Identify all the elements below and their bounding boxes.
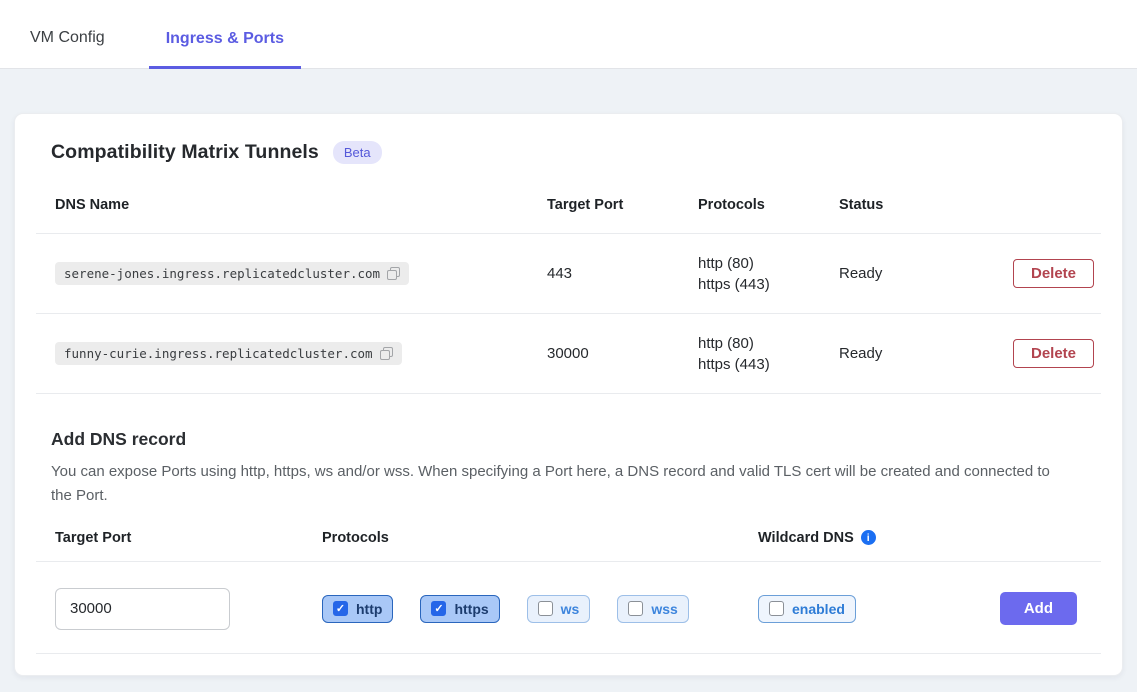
delete-button[interactable]: Delete (1013, 259, 1094, 288)
protocol-line: http (80) (698, 333, 839, 354)
https-checkbox-box[interactable] (431, 601, 446, 616)
card-title-row: Compatibility Matrix Tunnels Beta (36, 114, 1101, 164)
beta-badge: Beta (333, 141, 382, 164)
status-value: Ready (839, 345, 1013, 362)
col-header-status: Status (839, 197, 1013, 213)
info-icon[interactable]: i (861, 530, 876, 545)
protocol-line: http (80) (698, 253, 839, 274)
checkbox-http[interactable]: http (322, 595, 393, 623)
ws-checkbox-label: ws (561, 601, 580, 617)
add-dns-record-description: You can expose Ports using http, https, … (51, 460, 1061, 509)
checkbox-wss[interactable]: wss (617, 595, 688, 623)
wildcard-checkbox-box[interactable] (769, 601, 784, 616)
card-footer-divider (36, 653, 1101, 675)
dns-name-text: serene-jones.ingress.replicatedcluster.c… (64, 266, 380, 281)
table-row: funny-curie.ingress.replicatedcluster.co… (36, 314, 1101, 394)
form-header-target-port: Target Port (36, 530, 322, 546)
checkbox-ws[interactable]: ws (527, 595, 591, 623)
add-dns-record-title: Add DNS record (51, 429, 1101, 450)
wildcard-dns-label: Wildcard DNS (758, 530, 854, 546)
form-header-row: Target Port Protocols Wildcard DNS i (36, 530, 1101, 562)
ws-checkbox-box[interactable] (538, 601, 553, 616)
checkbox-wildcard-enabled[interactable]: enabled (758, 595, 856, 623)
protocol-line: https (443) (698, 354, 839, 375)
delete-button[interactable]: Delete (1013, 339, 1094, 368)
status-value: Ready (839, 265, 1013, 282)
dns-name-pill: funny-curie.ingress.replicatedcluster.co… (55, 342, 402, 365)
tunnels-card: Compatibility Matrix Tunnels Beta DNS Na… (14, 113, 1123, 676)
checkbox-https[interactable]: https (420, 595, 499, 623)
col-header-protocols: Protocols (698, 197, 839, 213)
target-port-input[interactable] (55, 588, 230, 630)
form-header-wildcard-dns: Wildcard DNS i (758, 530, 998, 546)
https-checkbox-label: https (454, 601, 488, 617)
dns-name-pill: serene-jones.ingress.replicatedcluster.c… (55, 262, 409, 285)
tab-vm-config[interactable]: VM Config (30, 5, 105, 68)
protocols-cell: http (80) https (443) (698, 253, 839, 295)
add-dns-form-row: http https ws wss enabled Add (36, 562, 1101, 653)
table-row: serene-jones.ingress.replicatedcluster.c… (36, 234, 1101, 314)
col-header-target-port: Target Port (547, 197, 698, 213)
protocol-line: https (443) (698, 274, 839, 295)
target-port-value: 443 (547, 265, 698, 282)
protocol-checkbox-group: http https ws wss (322, 595, 758, 623)
target-port-value: 30000 (547, 345, 698, 362)
wss-checkbox-label: wss (651, 601, 677, 617)
form-header-protocols: Protocols (322, 530, 758, 546)
table-header-row: DNS Name Target Port Protocols Status (36, 164, 1101, 234)
add-button[interactable]: Add (1000, 592, 1077, 625)
wildcard-checkbox-label: enabled (792, 601, 845, 617)
copy-icon[interactable] (387, 267, 400, 280)
dns-name-text: funny-curie.ingress.replicatedcluster.co… (64, 346, 373, 361)
col-header-dns-name: DNS Name (36, 197, 547, 213)
http-checkbox-box[interactable] (333, 601, 348, 616)
tab-ingress-ports[interactable]: Ingress & Ports (149, 6, 301, 69)
protocols-cell: http (80) https (443) (698, 333, 839, 375)
card-title: Compatibility Matrix Tunnels (51, 141, 319, 164)
wss-checkbox-box[interactable] (628, 601, 643, 616)
http-checkbox-label: http (356, 601, 382, 617)
copy-icon[interactable] (380, 347, 393, 360)
tab-bar: VM Config Ingress & Ports (0, 0, 1137, 69)
